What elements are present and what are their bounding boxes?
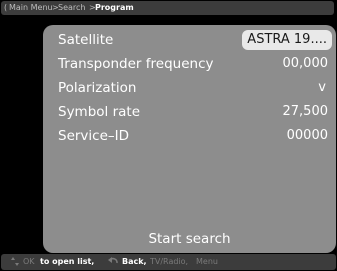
setting-row-satellite[interactable]: Satellite ASTRA 19.... [43, 29, 336, 51]
setting-row-polarization[interactable]: Polarization v [43, 77, 336, 99]
breadcrumb-search: Search [58, 3, 86, 12]
setting-label: Satellite [58, 32, 114, 48]
setting-value[interactable]: v [318, 80, 326, 96]
back-hint: Back, [122, 257, 147, 266]
help-bar: OK to open list, Back, TV/Radio, Menu [1, 254, 336, 270]
setting-row-service-id[interactable]: Service–ID 00000 [43, 125, 336, 147]
menu-hint: Menu [196, 257, 218, 266]
start-search-button[interactable]: Start search [43, 231, 336, 247]
setting-row-symbol-rate[interactable]: Symbol rate 27,500 [43, 101, 336, 123]
breadcrumb: ( Main Menu > Search > Program [1, 1, 334, 15]
ok-key-label: OK [23, 257, 35, 266]
setting-label: Transponder frequency [58, 56, 214, 72]
breadcrumb-main-menu: Main Menu [9, 3, 53, 12]
open-list-hint: to open list, [40, 257, 95, 266]
setting-value[interactable]: 00000 [287, 128, 328, 144]
setting-value[interactable]: 27,500 [283, 104, 329, 120]
breadcrumb-program: Program [95, 3, 134, 12]
setting-label: Polarization [58, 80, 137, 96]
setting-row-transponder-frequency[interactable]: Transponder frequency 00,000 [43, 53, 336, 75]
setting-label: Service–ID [58, 128, 130, 144]
setting-label: Symbol rate [58, 104, 141, 120]
setting-value[interactable]: 00,000 [283, 56, 329, 72]
tv-radio-hint: TV/Radio, [150, 257, 189, 266]
up-down-arrows-icon [9, 255, 21, 271]
search-settings-panel: Satellite ASTRA 19.... Transponder frequ… [43, 25, 336, 253]
screen: ( Main Menu > Search > Program Satellite… [0, 0, 337, 271]
back-arrow-icon [106, 255, 120, 271]
satellite-selector[interactable]: ASTRA 19.... [242, 30, 332, 50]
breadcrumb-bracket: ( [4, 3, 8, 12]
